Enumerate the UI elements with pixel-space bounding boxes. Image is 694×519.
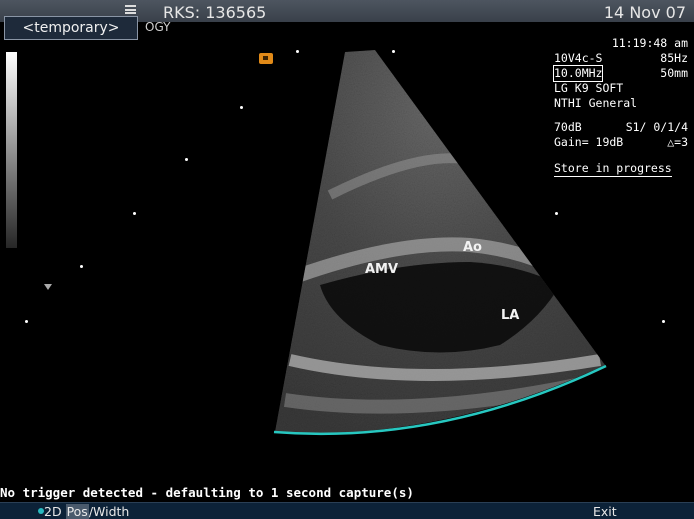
store-status: Store in progress — [554, 161, 672, 177]
mode-2d: 2D — [44, 504, 62, 519]
depth-marker — [80, 265, 83, 268]
acquisition-parameters: 11:19:48 am 10V4c-S 85Hz 10.0MHz 50mm LG K… — [552, 36, 694, 177]
clock-time: 11:19:48 am — [611, 36, 688, 50]
gain-value: Gain= 19dB — [554, 135, 624, 149]
cursor-arrow-icon — [44, 284, 52, 290]
depth-marker — [662, 320, 665, 323]
dynamic-range: 70dB — [554, 120, 582, 134]
exit-button[interactable]: Exit — [593, 504, 617, 519]
preset-name: LG K9 SOFT — [554, 81, 624, 95]
frame-rate: 85Hz — [660, 51, 688, 65]
depth-marker — [240, 106, 243, 109]
setting-value: S1/ 0/1/4 — [625, 120, 688, 134]
status-message: No trigger detected - defaulting to 1 se… — [0, 485, 414, 500]
depth-marker — [185, 158, 188, 161]
label-la: LA — [501, 308, 520, 323]
depth-marker — [25, 320, 28, 323]
label-amv: AMV — [365, 262, 399, 277]
mode-selector[interactable]: 2D Pos/Width — [44, 504, 129, 519]
delta-value: △=3 — [667, 135, 688, 149]
depth-marker — [133, 212, 136, 215]
orientation-marker-icon — [259, 53, 273, 64]
probe-name: 10V4c-S — [554, 51, 603, 65]
depth-marker — [296, 50, 299, 53]
label-ao: Ao — [463, 240, 482, 255]
depth-marker — [392, 50, 395, 53]
depth-value: 50mm — [660, 66, 688, 80]
institution-name: NTHI General — [554, 96, 638, 110]
depth-marker — [555, 212, 558, 215]
width-label: /Width — [88, 504, 130, 519]
bottom-control-bar: 2D Pos/Width Exit — [0, 502, 694, 519]
frequency-value: 10.0MHz — [552, 65, 604, 82]
pos-button[interactable]: Pos — [65, 504, 89, 519]
